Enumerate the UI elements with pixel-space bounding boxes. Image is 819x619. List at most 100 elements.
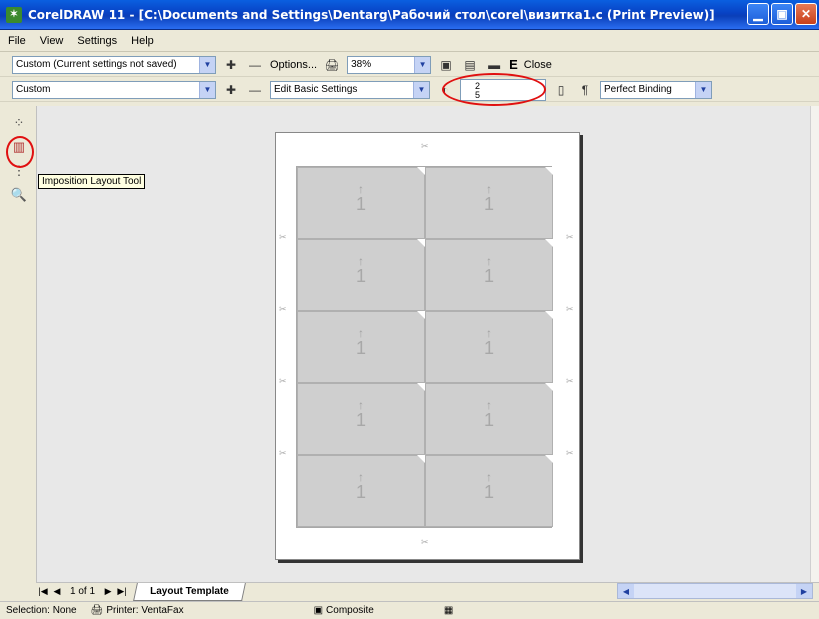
scissors-icon: ✂: [566, 232, 574, 242]
chevron-down-icon: ▼: [199, 56, 215, 73]
binding-value: Perfect Binding: [604, 84, 672, 95]
page-fold-icon: [417, 455, 425, 463]
zoom-tool-icon[interactable]: 🔍: [8, 184, 30, 206]
layout-cell: ↑ 1: [297, 383, 425, 455]
status-bar: Selection: None 🖨 Printer: VentaFax ▣ Co…: [0, 601, 819, 619]
printer-icon: 🖨: [90, 605, 104, 616]
title-bar: ✶ CorelDRAW 11 - [C:\Documents and Setti…: [0, 0, 819, 30]
scissors-icon: ✂: [279, 232, 287, 242]
scissors-icon: ✂: [566, 376, 574, 386]
scissors-icon: ✂: [279, 304, 287, 314]
options-button[interactable]: Options...: [270, 59, 317, 71]
cell-page-number: 1: [355, 410, 366, 430]
imposition-grid: ↑ 1 ↑ 1 ↑ 1 ↑ 1 ↑ 1 ↑ 1 ↑ 1 ↑ 1 ↑ 1 ↑ 1: [296, 166, 553, 528]
print-preview-toolbar: Custom (Current settings not saved) ▼ ✚ …: [0, 53, 819, 77]
color-mode-text: Composite: [326, 605, 374, 616]
remove-layout-icon[interactable]: —: [246, 81, 264, 99]
layout-cell: ↑ 1: [425, 455, 553, 527]
color-mode-icon: ▣: [313, 605, 324, 616]
close-window-button[interactable]: ✕: [795, 3, 817, 25]
previous-page-icon[interactable]: ◀: [50, 586, 64, 597]
edit-settings-select[interactable]: Edit Basic Settings ▼: [270, 80, 430, 99]
cell-page-number: 1: [483, 266, 494, 286]
cell-page-number: 1: [483, 482, 494, 502]
layout-cell: ↑ 1: [297, 239, 425, 311]
scissors-icon: ✂: [421, 537, 429, 547]
chevron-down-icon: ▼: [695, 81, 711, 98]
last-page-icon[interactable]: ▶|: [115, 586, 129, 597]
layout-cell: ↑ 1: [297, 311, 425, 383]
scissors-icon: ✂: [566, 304, 574, 314]
page-fold-icon: [417, 383, 425, 391]
page-count: 1 of 1: [70, 586, 96, 597]
cell-page-number: 1: [483, 194, 494, 214]
pick-tool-icon[interactable]: ⁘: [8, 112, 30, 134]
cell-page-number: 1: [355, 482, 366, 502]
page-fold-icon: [545, 167, 553, 175]
next-page-icon[interactable]: ▶: [101, 586, 115, 597]
scissors-icon: ✂: [566, 448, 574, 458]
preview-canvas[interactable]: ✂ ✂ ↑ 1 ↑ 1 ↑ 1 ↑ 1 ↑ 1 ↑ 1 ↑ 1 ↑ 1 ↑ 1 ↑ 1 ✂ ✂ ✂ ✂ ✂ ✂ ✂ ✂: [36, 106, 810, 584]
page-fold-icon: [545, 239, 553, 247]
cell-page-number: 1: [483, 410, 494, 430]
scroll-right-icon[interactable]: ▶: [796, 584, 812, 598]
print-icon[interactable]: 🖨: [323, 56, 341, 74]
first-page-icon[interactable]: |◀: [36, 586, 50, 597]
add-style-icon[interactable]: ✚: [222, 56, 240, 74]
page-fold-icon: [545, 455, 553, 463]
layout-preset-select[interactable]: Custom ▼: [12, 80, 216, 99]
chevron-down-icon: ▼: [199, 81, 215, 98]
tab-layout-template[interactable]: Layout Template: [133, 582, 246, 601]
vertical-scrollbar[interactable]: [810, 106, 819, 584]
menu-settings[interactable]: Settings: [77, 35, 117, 47]
pages-across-down-spinner[interactable]: 2 5: [460, 78, 546, 101]
printer-status: 🖨 Printer: VentaFax: [91, 605, 184, 616]
add-layout-icon[interactable]: ✚: [222, 81, 240, 99]
menu-help[interactable]: Help: [131, 35, 154, 47]
selection-status: Selection: None: [6, 605, 77, 616]
printed-page: ✂ ✂ ↑ 1 ↑ 1 ↑ 1 ↑ 1 ↑ 1 ↑ 1 ↑ 1 ↑ 1 ↑ 1 ↑ 1 ✂ ✂ ✂ ✂ ✂ ✂ ✂ ✂: [275, 132, 580, 560]
mirror-e-button[interactable]: E: [509, 57, 518, 72]
color-mode-status: ▣ Composite: [314, 605, 374, 616]
layout-cell: ↑ 1: [425, 311, 553, 383]
double-sided-icon[interactable]: ▯: [552, 81, 570, 99]
scissors-icon: ✂: [421, 141, 429, 151]
invert-icon[interactable]: ▬: [485, 56, 503, 74]
chevron-down-icon: ▼: [414, 56, 431, 73]
print-style-select[interactable]: Custom (Current settings not saved) ▼: [12, 55, 216, 74]
page-fold-icon: [417, 239, 425, 247]
layout-cell: ↑ 1: [425, 239, 553, 311]
page-fold-icon: [545, 383, 553, 391]
cell-page-number: 1: [355, 338, 366, 358]
menu-view[interactable]: View: [40, 35, 64, 47]
imposition-property-bar: Custom ▼ ✚ — Edit Basic Settings ▼ ◐ 2 5…: [0, 78, 819, 102]
imposition-layout-tool-icon[interactable]: ▥: [8, 136, 30, 158]
cols-value: 5: [475, 89, 481, 100]
remove-style-icon[interactable]: —: [246, 56, 264, 74]
toolbox: ⁘ ▥ ⋮ 🔍: [8, 112, 32, 602]
separations-icon[interactable]: ▤: [461, 56, 479, 74]
page-settings-icon[interactable]: ◐: [436, 81, 454, 99]
page-fold-icon: [545, 311, 553, 319]
horizontal-scrollbar[interactable]: ◀ ▶: [617, 583, 813, 599]
coreldraw-app-icon: ✶: [6, 6, 22, 23]
page-order-icon[interactable]: ¶: [576, 81, 594, 99]
minimize-button[interactable]: ▁: [747, 3, 769, 25]
edit-settings-value: Edit Basic Settings: [274, 84, 358, 95]
scroll-left-icon[interactable]: ◀: [618, 584, 634, 598]
close-preview-button[interactable]: Close: [524, 59, 552, 71]
cell-page-number: 1: [355, 194, 366, 214]
layout-cell: ↑ 1: [297, 167, 425, 239]
cell-page-number: 1: [355, 266, 366, 286]
chevron-down-icon: ▼: [413, 81, 429, 98]
full-screen-icon[interactable]: ▣: [437, 56, 455, 74]
menu-file[interactable]: File: [8, 35, 26, 47]
marks-placement-tool-icon[interactable]: ⋮: [8, 160, 30, 182]
page-navigation: |◀ ◀ 1 of 1 ▶ ▶| Layout Template ◀ ▶: [36, 582, 819, 601]
zoom-value: 38%: [351, 59, 372, 70]
window-title: CorelDRAW 11 - [C:\Documents and Setting…: [28, 7, 715, 22]
zoom-select[interactable]: 38% ▼: [347, 55, 432, 74]
binding-select[interactable]: Perfect Binding ▼: [600, 80, 712, 99]
maximize-button[interactable]: ▣: [771, 3, 793, 25]
tool-tooltip: Imposition Layout Tool: [38, 174, 146, 189]
